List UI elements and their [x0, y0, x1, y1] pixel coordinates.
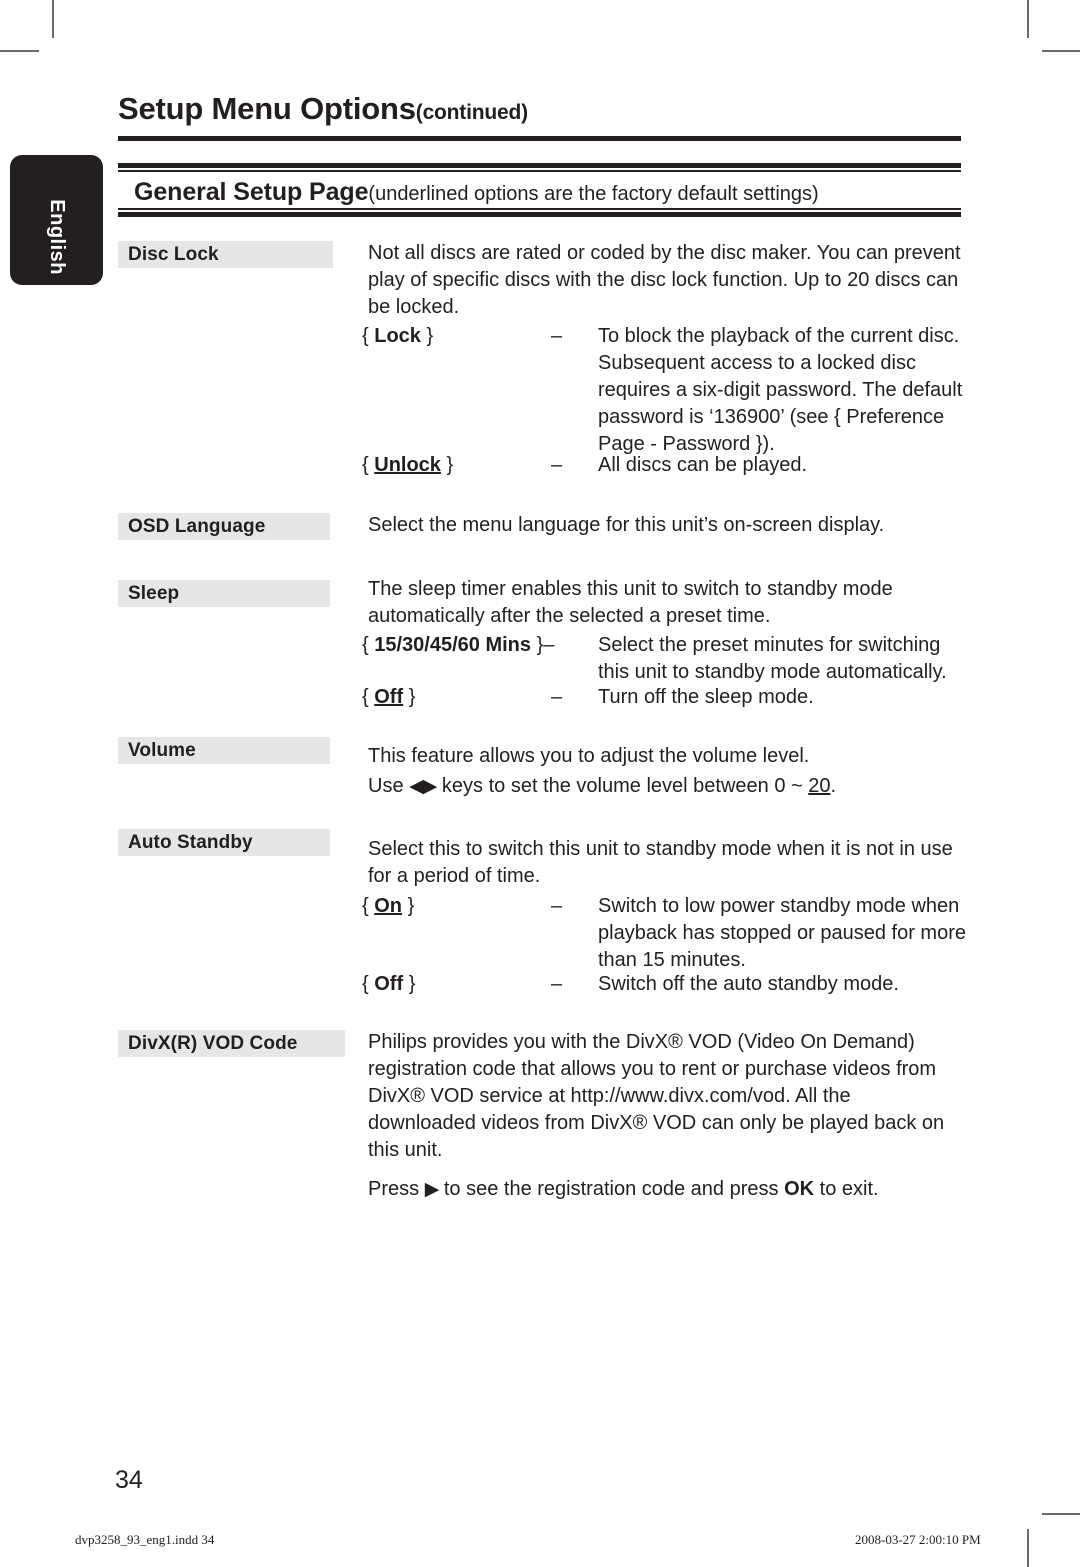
section-rule-top-thin [118, 170, 961, 172]
setting-label-volume: Volume [118, 737, 330, 764]
language-tab-label: English [46, 199, 68, 275]
option-name-standby-on: { On } [362, 895, 415, 917]
crop-mark-bottom-right-vertical [1027, 1529, 1029, 1567]
option-dash-standby-off: – [551, 973, 563, 995]
volume-period: . [830, 775, 837, 797]
setting-label-divx-vod-code: DivX(R) VOD Code [118, 1030, 345, 1057]
setting-description-auto-standby: Select this to switch this unit to stand… [368, 838, 953, 887]
section-rule-bottom-thin [118, 208, 961, 210]
language-tab: English [10, 155, 103, 285]
crop-mark-top-right-horizontal [1042, 50, 1080, 52]
setting-description-osd-language: Select the menu language for this unit’s… [368, 514, 885, 536]
divx-press-mid-text: to see the registration code and press [438, 1178, 785, 1200]
option-name-unlock: { Unlock } [362, 454, 454, 476]
option-description-sleep-off: Turn off the sleep mode. [598, 686, 814, 708]
ok-key-label: OK [784, 1178, 815, 1200]
title-rule [118, 136, 961, 141]
option-description-lock: To block the playback of the current dis… [598, 325, 963, 455]
footer-timestamp: 2008-03-27 2:00:10 PM [855, 1532, 981, 1547]
option-dash-sleep-off: – [551, 686, 563, 708]
crop-mark-bottom-right-horizontal [1042, 1513, 1080, 1515]
option-description-unlock: All discs can be played. [598, 454, 808, 476]
page-title-continued: (continued) [415, 101, 528, 124]
setting-description-divx-press: Press ▶ to see the registration code and… [368, 1176, 963, 1203]
option-name-sleep-off: { Off } [362, 686, 416, 708]
setting-label-disc-lock: Disc Lock [118, 241, 333, 268]
crop-mark-top-right-vertical [1027, 0, 1029, 38]
section-header-title: General Setup Page [134, 178, 369, 206]
option-name-sleep-mins: { 15/30/45/60 Mins }– [362, 634, 555, 656]
left-right-arrow-icon: ◀▶ [409, 776, 437, 797]
option-name-lock: { Lock } [362, 325, 434, 347]
setting-description-volume: This feature allows you to adjust the vo… [368, 745, 810, 767]
setting-description-disc-lock: Not all discs are rated or coded by the … [368, 242, 961, 318]
setting-description-sleep: The sleep timer enables this unit to swi… [368, 578, 893, 627]
option-description-sleep-mins: Select the preset minutes for switching … [598, 634, 947, 683]
setting-label-osd-language: OSD Language [118, 513, 330, 540]
setting-label-sleep: Sleep [118, 580, 330, 607]
option-description-standby-off: Switch off the auto standby mode. [598, 973, 899, 995]
volume-range-text: keys to set the volume level between 0 ~ [436, 775, 809, 797]
setting-description-divx-vod-code: Philips provides you with the DivX® VOD … [368, 1031, 945, 1161]
section-header-note: (underlined options are the factory defa… [368, 183, 819, 205]
crop-mark-top-left-horizontal [0, 50, 39, 52]
setting-label-auto-standby: Auto Standby [118, 829, 330, 856]
section-rule-top-thick [118, 163, 961, 168]
setting-description-volume-keys: Use ◀▶ keys to set the volume level betw… [368, 773, 963, 800]
divx-press-text: Press [368, 1178, 425, 1200]
right-arrow-icon: ▶ [424, 1179, 440, 1200]
option-dash-standby-on: – [551, 895, 563, 917]
footer-filename: dvp3258_93_eng1.indd 34 [75, 1532, 215, 1547]
option-dash-lock: – [551, 325, 563, 347]
divx-press-post-text: to exit. [814, 1178, 879, 1200]
option-name-standby-off: { Off } [362, 973, 416, 995]
volume-default-value: 20 [808, 775, 831, 797]
volume-use-text: Use [368, 775, 410, 797]
page-title-main: Setup Menu Options [118, 91, 416, 126]
crop-mark-top-left-vertical [52, 0, 54, 38]
section-rule-bottom-thick [118, 212, 961, 217]
section-header: General Setup Page(underlined options ar… [134, 178, 819, 207]
page-number: 34 [115, 1466, 143, 1494]
option-dash-unlock: – [551, 454, 563, 476]
page-title: Setup Menu Options(continued) [118, 91, 528, 127]
option-description-standby-on: Switch to low power standby mode when pl… [598, 895, 966, 971]
